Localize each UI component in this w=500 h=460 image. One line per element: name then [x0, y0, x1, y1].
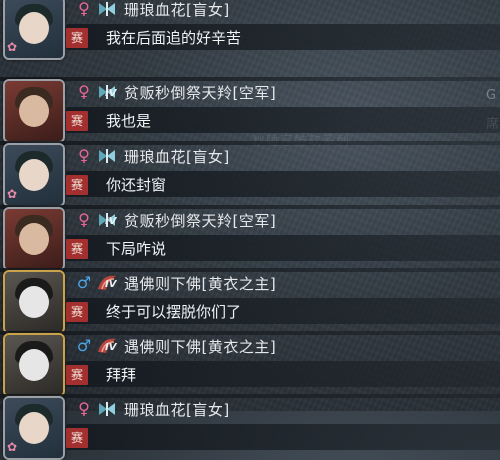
message-header: ♂ IV 遇佛则下佛[黄衣之主]: [76, 272, 276, 294]
message-header: ♀ IV 贫贩秒倒祭天羚[空军]: [76, 209, 276, 231]
wing-badge-icon: [96, 146, 118, 166]
match-tag: 赛: [66, 175, 88, 195]
chat-message: ✿ ♀ 珊琅血花[盲女] 赛你还封窗: [0, 141, 500, 207]
gender-icon: ♀: [78, 210, 90, 229]
player-name[interactable]: 贫贩秒倒祭天羚[空军]: [124, 82, 276, 103]
avatar-face: [19, 12, 49, 44]
wing-badge-icon: IV: [96, 210, 118, 230]
claw-badge-icon: IV: [96, 336, 118, 356]
avatar-face: [19, 286, 49, 318]
avatar[interactable]: [3, 79, 65, 143]
wing-badge-icon: [96, 399, 118, 419]
message-header: ♀ 珊琅血花[盲女]: [76, 0, 230, 20]
message-text: 下局咋说: [106, 240, 167, 258]
gender-icon: ♀: [78, 82, 90, 101]
row-divider: [0, 394, 500, 398]
match-tag: 赛: [66, 239, 88, 259]
avatar[interactable]: [3, 270, 65, 334]
chat-message: ♂ IV 遇佛则下佛[黄衣之主] 赛终于可以摆脱你们了: [0, 268, 500, 334]
message-header: ♀ 珊琅血花[盲女]: [76, 145, 230, 167]
chat-message: ✿ ♀ 珊琅血花[盲女] 赛我在后面追的好辛苦: [0, 0, 500, 60]
avatar-face: [19, 412, 49, 444]
player-name[interactable]: 遇佛则下佛[黄衣之主]: [124, 336, 276, 357]
level-label: IV: [105, 342, 117, 353]
message-text: 终于可以摆脱你们了: [106, 303, 242, 321]
player-name[interactable]: 珊琅血花[盲女]: [124, 146, 230, 167]
flower-icon: ✿: [7, 187, 18, 201]
player-name[interactable]: 珊琅血花[盲女]: [124, 0, 230, 20]
avatar-face: [19, 223, 49, 255]
gender-icon: ♀: [78, 399, 90, 418]
avatar[interactable]: ✿: [3, 143, 65, 207]
level-label: IV: [105, 88, 117, 99]
match-tag: 赛: [66, 365, 88, 385]
message-text: 拜拜: [106, 366, 137, 384]
avatar[interactable]: [3, 333, 65, 397]
match-tag: 赛: [66, 28, 88, 48]
flower-icon: ✿: [7, 440, 18, 454]
match-tag: 赛: [66, 111, 88, 131]
message-text: 我在后面追的好辛苦: [106, 29, 242, 47]
avatar-face: [19, 349, 49, 381]
message-header: ♂ IV 遇佛则下佛[黄衣之主]: [76, 335, 276, 357]
avatar-face: [19, 95, 49, 127]
chat-message: ♀ IV 贫贩秒倒祭天羚[空军] 赛我也是: [0, 77, 500, 143]
row-divider: [0, 141, 500, 145]
level-label: IV: [105, 216, 117, 227]
gender-icon: ♀: [78, 0, 90, 18]
message-bubble: [66, 424, 500, 450]
message-header: ♀ 珊琅血花[盲女]: [76, 398, 230, 420]
level-label: IV: [105, 279, 117, 290]
message-text: 你还封窗: [106, 176, 167, 194]
claw-badge-icon: IV: [96, 273, 118, 293]
wing-badge-icon: [96, 0, 118, 19]
gender-icon: ♂: [76, 273, 92, 292]
match-tag: 赛: [66, 428, 88, 448]
match-tag: 赛: [66, 302, 88, 322]
avatar[interactable]: [3, 207, 65, 271]
avatar[interactable]: ✿: [3, 0, 65, 60]
message-header: ♀ IV 贫贩秒倒祭天羚[空军]: [76, 81, 276, 103]
chat-message: ✿ ♀ 珊琅血花[盲女] 赛: [0, 394, 500, 460]
player-name[interactable]: 贫贩秒倒祭天羚[空军]: [124, 210, 276, 231]
chat-message: ♂ IV 遇佛则下佛[黄衣之主] 赛拜拜: [0, 331, 500, 397]
message-text: 我也是: [106, 112, 152, 130]
wing-badge-icon: IV: [96, 82, 118, 102]
avatar-face: [19, 159, 49, 191]
player-name[interactable]: 遇佛则下佛[黄衣之主]: [124, 273, 276, 294]
chat-message: ♀ IV 贫贩秒倒祭天羚[空军] 赛下局咋说: [0, 205, 500, 271]
player-name[interactable]: 珊琅血花[盲女]: [124, 399, 230, 420]
flower-icon: ✿: [7, 40, 18, 54]
avatar[interactable]: ✿: [3, 396, 65, 460]
gender-icon: ♀: [78, 146, 90, 165]
gender-icon: ♂: [76, 336, 92, 355]
